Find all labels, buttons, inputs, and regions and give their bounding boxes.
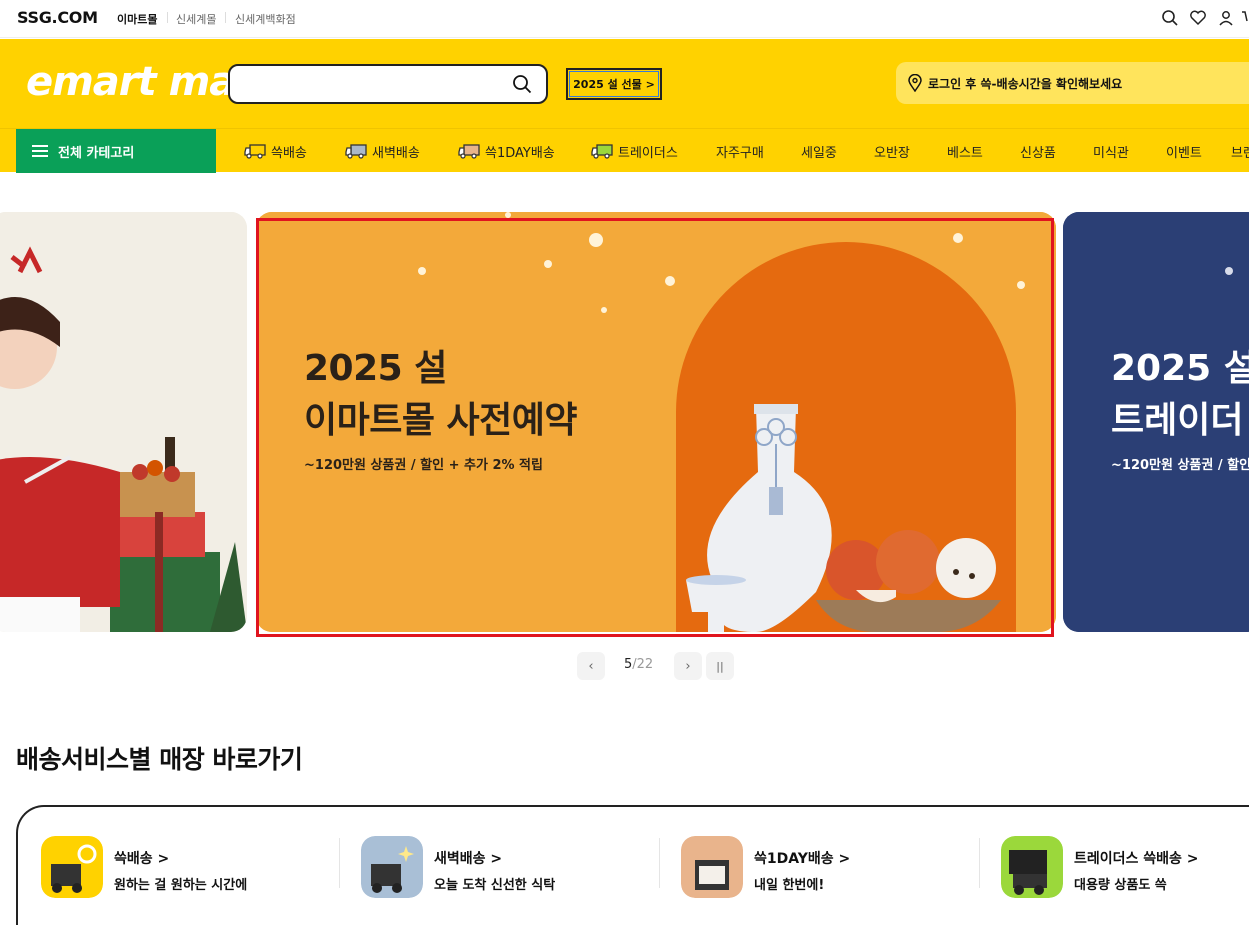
- banner-subtitle: ~120만원 상품권 / 할인 + 추가 2% 적립: [304, 458, 543, 473]
- nav-item-1day-delivery[interactable]: 쓱1DAY배송: [458, 129, 555, 173]
- heart-icon[interactable]: [1189, 9, 1207, 27]
- user-icon[interactable]: [1217, 9, 1235, 27]
- divider: [225, 12, 226, 23]
- nav-item-best[interactable]: 베스트: [947, 129, 983, 173]
- hamburger-menu-icon: [32, 145, 48, 157]
- nav-item-sale[interactable]: 세일중: [801, 129, 837, 173]
- truck-icon: [591, 144, 613, 159]
- emart-mall-logo[interactable]: emart mall: [26, 59, 262, 105]
- mall-link-department[interactable]: 신세계백화점: [235, 11, 296, 27]
- nav-item-gourmet[interactable]: 미식관: [1093, 129, 1129, 173]
- mall-link-shinsegae[interactable]: 신세계몰: [176, 11, 216, 27]
- location-pin-icon: [908, 74, 922, 92]
- total-pages: /22: [632, 657, 654, 672]
- nav-item-frequent[interactable]: 자주구매: [716, 129, 764, 173]
- service-card-traders[interactable]: 트레이더스 쓱배송 > 대용량 상품도 쓱: [1001, 836, 1249, 898]
- service-card-1day[interactable]: 쓱1DAY배송 > 내일 한번에!: [681, 836, 971, 898]
- traders-delivery-thumb-icon: [1001, 836, 1063, 898]
- banner-title-line1: 2025 설: [1111, 348, 1249, 389]
- divider: [339, 838, 340, 888]
- nav-item-new[interactable]: 신상품: [1020, 129, 1056, 173]
- nav-item-label: 새벽배송: [372, 145, 420, 161]
- service-card-ssg[interactable]: 쓱배송 > 원하는 걸 원하는 시간에: [41, 836, 331, 898]
- search-input[interactable]: [242, 66, 512, 100]
- divider: [979, 838, 980, 888]
- nav-item-brand[interactable]: 브랜: [1231, 129, 1249, 173]
- service-name: 쓱1DAY배송 >: [754, 851, 851, 867]
- banner-title-line2: 트레이더: [1111, 400, 1244, 441]
- nav-item-label: 쓱배송: [271, 145, 307, 161]
- carousel-pause-button[interactable]: ||: [706, 652, 734, 680]
- delivery-info-text: 로그인 후 쓱-배송시간을 확인해보세요: [928, 76, 1123, 91]
- banner-slide-active[interactable]: 2025 설 이마트몰 사전예약 ~120만원 상품권 / 할인 + 추가 2%…: [256, 212, 1056, 632]
- service-card-dawn[interactable]: 새벽배송 > 오늘 도착 신선한 식탁: [361, 836, 651, 898]
- ssg-delivery-thumb-icon: [41, 836, 103, 898]
- nav-item-dawn-delivery[interactable]: 새벽배송: [345, 129, 420, 173]
- truck-icon: [458, 144, 480, 159]
- ssg-brand-link[interactable]: SSG.COM: [17, 8, 98, 27]
- promo-chip-button[interactable]: 2025 설 선물 >: [566, 68, 662, 100]
- christmas-banner-image: [0, 212, 247, 632]
- divider: [659, 838, 660, 888]
- service-desc: 원하는 걸 원하는 시간에: [114, 878, 248, 893]
- divider: [167, 12, 168, 23]
- search-box[interactable]: [228, 64, 548, 104]
- all-categories-button[interactable]: 전체 카테고리: [16, 129, 216, 173]
- service-name: 쓱배송 >: [114, 851, 170, 867]
- search-icon[interactable]: [1161, 9, 1179, 27]
- service-desc: 오늘 도착 신선한 식탁: [434, 878, 556, 893]
- section-title: 배송서비스별 매장 바로가기: [16, 745, 303, 774]
- 1day-delivery-thumb-icon: [681, 836, 743, 898]
- banner-subtitle: ~120만원 상품권 / 할인: [1111, 458, 1249, 473]
- mall-link-emart[interactable]: 이마트몰: [117, 11, 157, 27]
- cart-icon[interactable]: [1241, 9, 1249, 27]
- service-desc: 대용량 상품도 쓱: [1074, 878, 1167, 893]
- carousel-page-counter: 5/22: [624, 657, 653, 672]
- search-icon[interactable]: [512, 74, 532, 94]
- truck-icon: [345, 144, 367, 159]
- dawn-delivery-thumb-icon: [361, 836, 423, 898]
- delivery-time-banner[interactable]: 로그인 후 쓱-배송시간을 확인해보세요: [896, 62, 1249, 104]
- service-desc: 내일 한번에!: [754, 878, 825, 893]
- main-header: emart mall 2025 설 선물 > 로그인 후 쓱-배송시간을 확인해…: [0, 39, 1249, 128]
- carousel-prev-button[interactable]: ‹: [577, 652, 605, 680]
- banner-title-line2: 이마트몰 사전예약: [304, 400, 578, 441]
- carousel-next-button[interactable]: ›: [674, 652, 702, 680]
- service-name: 새벽배송 >: [434, 851, 503, 867]
- truck-icon: [244, 144, 266, 159]
- banner-title-line1: 2025 설: [304, 348, 447, 389]
- nav-item-ssg-delivery[interactable]: 쓱배송: [244, 129, 307, 173]
- category-navbar: 전체 카테고리 쓱배송 새벽배송 쓱1DAY배송 트레이더스 자주구매 세일중 …: [0, 128, 1249, 173]
- nav-item-obanjang[interactable]: 오반장: [874, 129, 910, 173]
- service-name: 트레이더스 쓱배송 >: [1074, 851, 1199, 867]
- nav-item-label: 쓱1DAY배송: [485, 145, 555, 161]
- top-utility-bar: SSG.COM 이마트몰 신세계몰 신세계백화점: [0, 0, 1249, 38]
- banner-slide-next[interactable]: 2025 설 트레이더 ~120만원 상품권 / 할인: [1063, 212, 1249, 632]
- nav-item-label: 트레이더스: [618, 145, 678, 161]
- nav-item-traders[interactable]: 트레이더스: [591, 129, 678, 173]
- promo-chip-label: 2025 설 선물 >: [573, 78, 655, 91]
- nav-item-event[interactable]: 이벤트: [1166, 129, 1202, 173]
- banner-slide-prev[interactable]: [0, 212, 247, 632]
- all-categories-label: 전체 카테고리: [58, 145, 135, 161]
